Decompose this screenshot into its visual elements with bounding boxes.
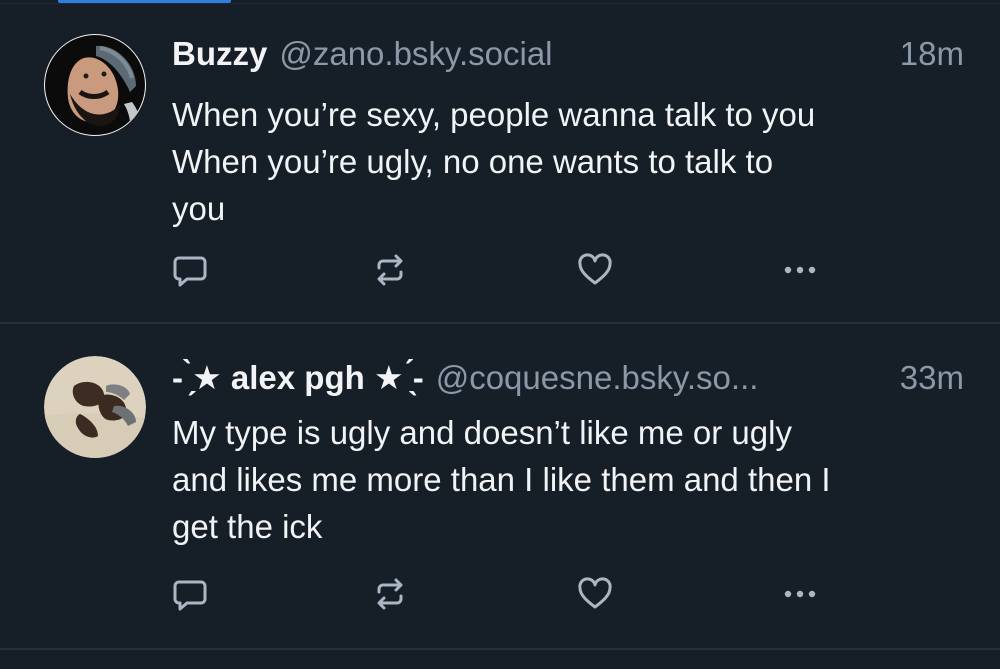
avatar[interactable] bbox=[44, 356, 146, 458]
post-timestamp[interactable]: 18m bbox=[900, 32, 964, 76]
post-text-line: When you’re ugly, no one wants to talk t… bbox=[172, 143, 774, 180]
feed-post[interactable]: Buzzy @zano.bsky.social 18m When you’re … bbox=[0, 4, 1000, 324]
post-actions bbox=[168, 572, 838, 616]
next-post-area bbox=[0, 650, 1000, 669]
author-handle[interactable]: @zano.bsky.social bbox=[279, 32, 887, 76]
feed-post[interactable]: - ̗̀★ alex pgh ★ ̖́- @coquesne.bsky.so..… bbox=[0, 326, 1000, 650]
author-display-name[interactable]: Buzzy bbox=[172, 32, 267, 76]
post-timestamp[interactable]: 33m bbox=[900, 356, 964, 400]
author-handle[interactable]: @coquesne.bsky.so... bbox=[436, 356, 888, 400]
author-display-name[interactable]: - ̗̀★ alex pgh ★ ̖́- bbox=[172, 356, 424, 400]
more-options-button[interactable] bbox=[778, 248, 822, 292]
speech-bubble-icon bbox=[173, 256, 207, 287]
post-text-line: and likes me more than I like them and t… bbox=[172, 461, 831, 498]
post-text-line: My type is ugly and doesn’t like me or u… bbox=[172, 414, 792, 451]
reply-button[interactable] bbox=[168, 572, 212, 616]
post-header: Buzzy @zano.bsky.social 18m bbox=[172, 32, 964, 76]
repost-button[interactable] bbox=[368, 248, 412, 292]
ellipsis-icon bbox=[784, 266, 816, 274]
post-text-line: you bbox=[172, 190, 226, 227]
more-options-button[interactable] bbox=[778, 572, 822, 616]
ellipsis-icon bbox=[784, 590, 816, 598]
bearded-man-avatar-icon bbox=[44, 34, 146, 136]
post-text-line: get the ick bbox=[172, 508, 323, 545]
heart-icon bbox=[578, 253, 612, 285]
like-button[interactable] bbox=[573, 572, 617, 616]
post-text-line: When you’re sexy, people wanna talk to y… bbox=[172, 96, 816, 133]
post-text: When you’re sexy, people wanna talk to y… bbox=[172, 91, 960, 232]
post-text: My type is ugly and doesn’t like me or u… bbox=[172, 409, 960, 550]
speech-bubble-icon bbox=[173, 580, 207, 611]
avatar[interactable] bbox=[44, 34, 146, 136]
post-header: - ̗̀★ alex pgh ★ ̖́- @coquesne.bsky.so..… bbox=[172, 356, 964, 400]
repost-arrows-icon bbox=[377, 254, 403, 286]
post-actions bbox=[168, 248, 838, 292]
repost-button[interactable] bbox=[368, 572, 412, 616]
heart-icon bbox=[578, 577, 612, 609]
reply-button[interactable] bbox=[168, 248, 212, 292]
like-button[interactable] bbox=[573, 248, 617, 292]
shoes-avatar-icon bbox=[44, 356, 146, 458]
repost-arrows-icon bbox=[377, 578, 403, 610]
